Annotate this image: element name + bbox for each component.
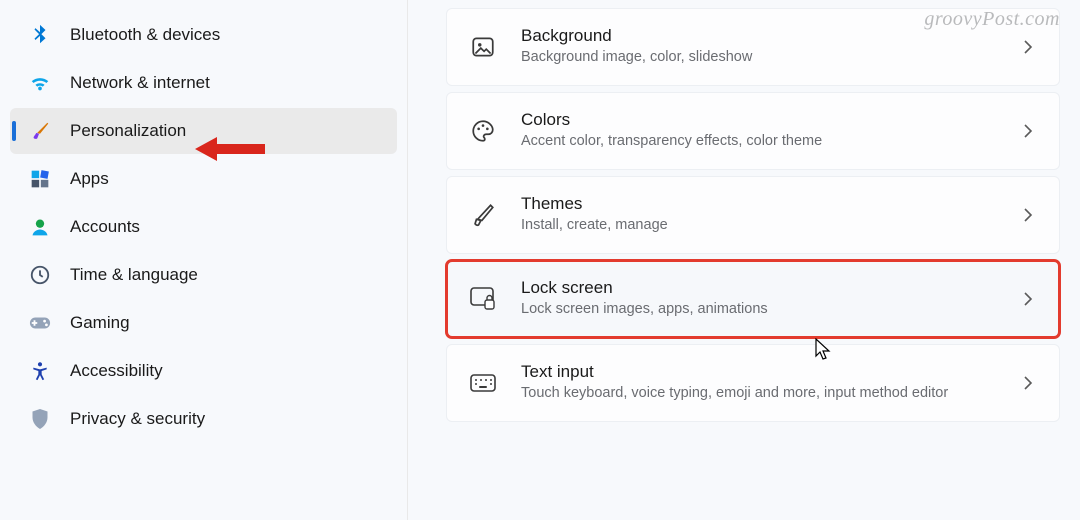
sidebar-item-time-language[interactable]: Time & language <box>10 252 397 298</box>
row-colors[interactable]: Colors Accent color, transparency effect… <box>446 92 1060 170</box>
chevron-right-icon <box>1019 38 1037 56</box>
sidebar-item-label: Accounts <box>70 217 140 237</box>
row-subtitle: Install, create, manage <box>521 216 995 236</box>
sidebar-item-accessibility[interactable]: Accessibility <box>10 348 397 394</box>
row-subtitle: Touch keyboard, voice typing, emoji and … <box>521 384 995 404</box>
gamepad-icon <box>28 311 52 335</box>
sidebar-item-label: Privacy & security <box>70 409 205 429</box>
settings-panel-personalization: Background Background image, color, slid… <box>408 0 1080 520</box>
row-title: Lock screen <box>521 278 995 298</box>
chevron-right-icon <box>1019 374 1037 392</box>
sidebar-item-network[interactable]: Network & internet <box>10 60 397 106</box>
row-lock-screen[interactable]: Lock screen Lock screen images, apps, an… <box>446 260 1060 338</box>
chevron-right-icon <box>1019 290 1037 308</box>
image-icon <box>469 33 497 61</box>
watermark: groovyPost.com <box>924 8 1060 31</box>
sidebar-item-accounts[interactable]: Accounts <box>10 204 397 250</box>
apps-icon <box>28 167 52 191</box>
shield-icon <box>28 407 52 431</box>
person-icon <box>28 215 52 239</box>
row-subtitle: Background image, color, slideshow <box>521 48 995 68</box>
sidebar-item-label: Accessibility <box>70 361 163 381</box>
row-text-input[interactable]: Text input Touch keyboard, voice typing,… <box>446 344 1060 422</box>
sidebar-item-gaming[interactable]: Gaming <box>10 300 397 346</box>
sidebar-item-label: Personalization <box>70 121 186 141</box>
clock-globe-icon <box>28 263 52 287</box>
sidebar-item-personalization[interactable]: Personalization <box>10 108 397 154</box>
row-title: Colors <box>521 110 995 130</box>
sidebar-item-label: Apps <box>70 169 109 189</box>
wifi-icon <box>28 71 52 95</box>
sidebar-item-privacy[interactable]: Privacy & security <box>10 396 397 442</box>
paintbrush-icon <box>28 119 52 143</box>
bluetooth-icon <box>28 23 52 47</box>
sidebar-item-apps[interactable]: Apps <box>10 156 397 202</box>
chevron-right-icon <box>1019 206 1037 224</box>
palette-icon <box>469 117 497 145</box>
row-themes[interactable]: Themes Install, create, manage <box>446 176 1060 254</box>
keyboard-icon <box>469 369 497 397</box>
sidebar-item-label: Network & internet <box>70 73 210 93</box>
accessibility-icon <box>28 359 52 383</box>
brush-icon <box>469 201 497 229</box>
settings-sidebar: Bluetooth & devices Network & internet P… <box>0 0 408 520</box>
sidebar-item-label: Gaming <box>70 313 130 333</box>
row-title: Text input <box>521 362 995 382</box>
lockscreen-icon <box>469 285 497 313</box>
sidebar-item-label: Bluetooth & devices <box>70 25 220 45</box>
row-title: Themes <box>521 194 995 214</box>
chevron-right-icon <box>1019 122 1037 140</box>
sidebar-item-bluetooth[interactable]: Bluetooth & devices <box>10 12 397 58</box>
row-subtitle: Accent color, transparency effects, colo… <box>521 132 995 152</box>
row-subtitle: Lock screen images, apps, animations <box>521 300 995 320</box>
sidebar-item-label: Time & language <box>70 265 198 285</box>
